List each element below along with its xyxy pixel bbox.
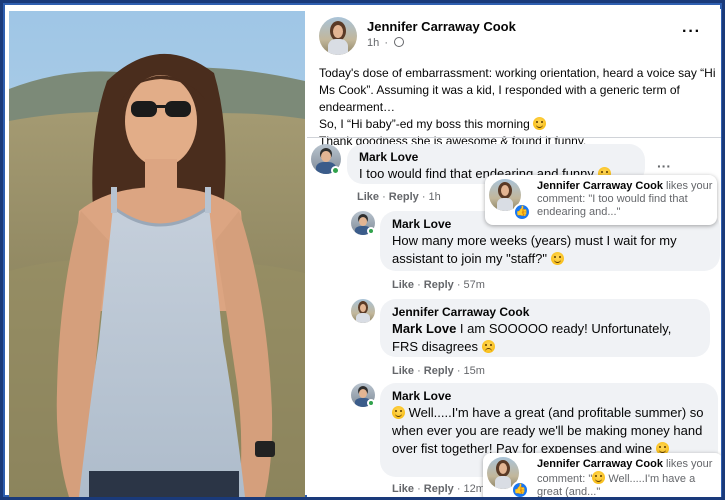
post-photo[interactable]	[9, 11, 305, 497]
notification-text: Jennifer Carraway Cook likes your commen…	[537, 458, 713, 497]
globe-icon	[394, 37, 405, 47]
comment-author[interactable]: Mark Love	[392, 389, 706, 404]
smile-emoji-icon	[533, 117, 547, 130]
comment-author[interactable]: Mark Love	[359, 150, 633, 165]
photo-woman-on-hillside	[9, 11, 305, 497]
like-link[interactable]: Like	[357, 191, 379, 203]
comment-author[interactable]: Jennifer Carraway Cook	[392, 305, 698, 320]
post-timestamp[interactable]: 1h ·	[367, 37, 405, 49]
like-notification[interactable]: 👍 Jennifer Carraway Cook likes your comm…	[483, 453, 721, 497]
divider	[307, 137, 721, 138]
online-status-indicator	[367, 399, 375, 407]
sad-emoji-icon	[481, 340, 495, 353]
like-link[interactable]: Like	[392, 483, 414, 495]
post-paragraph-2: So, I “Hi baby”-ed my boss this morning	[319, 116, 717, 133]
notification-text: Jennifer Carraway Cook likes your commen…	[537, 180, 713, 218]
comment-time[interactable]: 1h	[429, 191, 441, 203]
post-header: Jennifer Carraway Cook 1h · ···	[319, 17, 715, 57]
like-notification[interactable]: 👍 Jennifer Carraway Cook likes your comm…	[485, 175, 717, 225]
comment-time[interactable]: 57m	[464, 279, 485, 291]
comment: Jennifer Carraway Cook Mark Love I am SO…	[307, 297, 721, 377]
comment-text: Well.....I'm have a great (and profitabl…	[392, 405, 704, 456]
screenshot-frame: Jennifer Carraway Cook 1h · ··· Today's …	[0, 0, 725, 500]
comment-more-options-icon[interactable]: ···	[657, 158, 671, 174]
smile-emoji-icon	[592, 471, 606, 484]
reply-link[interactable]: Reply	[424, 483, 454, 495]
post-time: 1h	[367, 37, 380, 49]
commenter-avatar[interactable]	[351, 299, 375, 323]
like-thumb-icon: 👍	[511, 481, 529, 497]
more-options-icon[interactable]: ···	[682, 23, 701, 41]
comment-bubble[interactable]: Jennifer Carraway Cook Mark Love I am SO…	[380, 299, 710, 357]
comment-time[interactable]: 15m	[464, 365, 485, 377]
author-avatar[interactable]	[319, 17, 357, 55]
post-author-name[interactable]: Jennifer Carraway Cook	[367, 19, 516, 34]
comment-actions: Like · Reply · 57m	[392, 279, 485, 291]
like-thumb-icon: 👍	[513, 203, 531, 221]
facebook-post: Jennifer Carraway Cook 1h · ··· Today's …	[307, 9, 721, 497]
like-link[interactable]: Like	[392, 365, 414, 377]
comment-text: How many more weeks (years) must I wait …	[392, 233, 677, 266]
comment-actions: Like · Reply · 12m	[392, 483, 485, 495]
like-link[interactable]: Like	[392, 279, 414, 291]
smile-emoji-icon	[550, 252, 564, 265]
comment-time[interactable]: 12m	[464, 483, 485, 495]
mention-link[interactable]: Mark Love	[392, 321, 456, 336]
online-status-indicator	[331, 166, 340, 175]
comment-actions: Like · Reply · 15m	[392, 365, 485, 377]
online-status-indicator	[367, 227, 375, 235]
reply-link[interactable]: Reply	[424, 279, 454, 291]
reply-link[interactable]: Reply	[424, 365, 454, 377]
reply-link[interactable]: Reply	[389, 191, 419, 203]
comment-actions: Like · Reply · 1h	[357, 191, 441, 203]
post-paragraph-1: Today's dose of embarrassment: working o…	[319, 66, 716, 114]
smile-emoji-icon	[392, 406, 405, 419]
comment-text: Mark Love I am SOOOOO ready! Unfortunate…	[392, 321, 672, 354]
